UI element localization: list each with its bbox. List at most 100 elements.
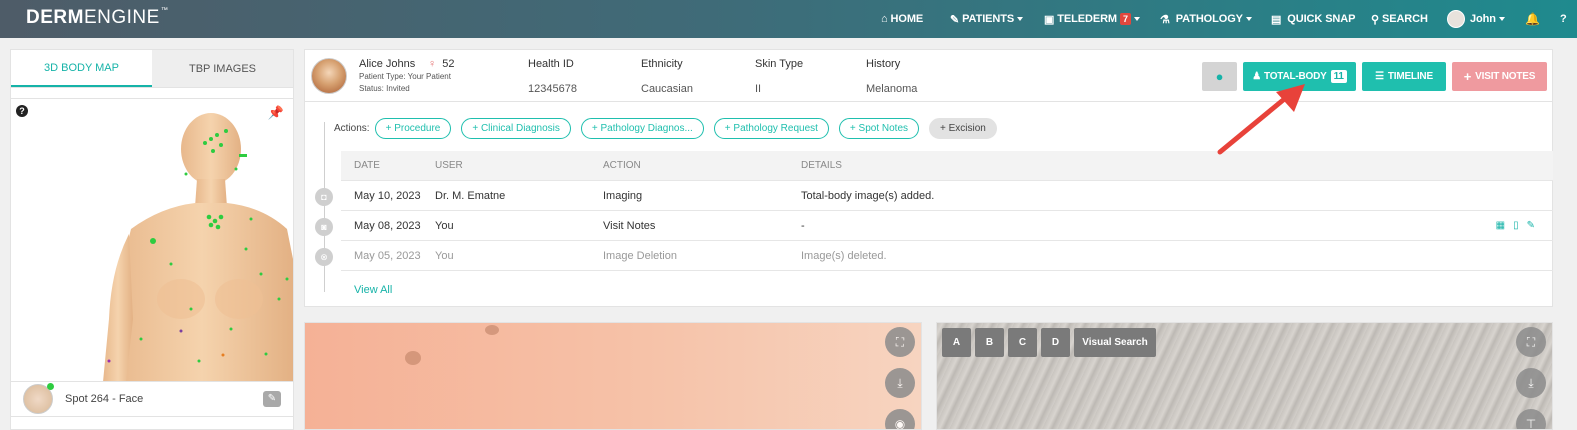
fullscreen-icon[interactable]: ⛶ (885, 327, 915, 357)
ruler-icon[interactable]: ⊤ (1516, 409, 1546, 429)
visit-notes-button[interactable]: + VISIT NOTES (1452, 62, 1547, 91)
add-procedure-button[interactable]: + Procedure (374, 118, 452, 139)
patient-name: Alice Johns (359, 58, 416, 70)
add-clinical-diagnosis-button[interactable]: + Clinical Diagnosis (461, 118, 571, 139)
tab-3d-body-map[interactable]: 3D BODY MAP (11, 50, 152, 87)
dermoscopy-image-viewer[interactable]: A B C D Visual Search ⛶ ⤓ ⊤ (936, 322, 1553, 430)
left-panel: 3D BODY MAP TBP IMAGES ? 📌 Spot 264 - Fa… (10, 49, 294, 430)
body-model[interactable] (11, 99, 293, 382)
annotation-arrow (1217, 84, 1305, 155)
activity-table: DATE USER ACTION DETAILS May 10, 2023 Dr… (341, 151, 1553, 271)
row-user: You (435, 219, 454, 232)
compare-d-button[interactable]: D (1041, 328, 1070, 357)
body-map-viewer[interactable]: ? 📌 (11, 98, 293, 382)
delete-image-icon: ⊗ (315, 248, 333, 266)
row-actions: ▦ ▯ ✎ (1496, 220, 1535, 231)
table-row[interactable]: May 05, 2023 You Image Deletion Image(s)… (341, 241, 1553, 271)
visual-search-button[interactable]: Visual Search (1074, 328, 1156, 357)
compare-c-button[interactable]: C (1008, 328, 1037, 357)
add-spot-notes-button[interactable]: + Spot Notes (838, 118, 920, 139)
skin-type-value: II (755, 83, 762, 95)
bell-icon[interactable]: 🔔 (1525, 0, 1540, 38)
chevron-down-icon (1245, 17, 1252, 21)
add-pathology-diagnosis-button[interactable]: + Pathology Diagnos... (580, 118, 704, 139)
left-tabs: 3D BODY MAP TBP IMAGES (11, 50, 293, 88)
skin-spot (485, 325, 499, 335)
avatar (1447, 10, 1465, 28)
microscope-icon: ⚗ (1160, 13, 1170, 26)
row-user: You (435, 249, 454, 262)
row-user: Dr. M. Ematne (435, 189, 506, 202)
tag-icon[interactable]: ✎ (263, 391, 281, 407)
add-pathology-request-button[interactable]: + Pathology Request (713, 118, 829, 139)
table-row[interactable]: May 10, 2023 Dr. M. Ematne Imaging Total… (341, 181, 1553, 211)
history-label: History (866, 58, 901, 70)
table-row[interactable]: May 08, 2023 You Visit Notes - ▦ ▯ ✎ (341, 211, 1553, 241)
help-icon[interactable]: ? (1560, 0, 1567, 38)
actions-bar: Actions: + Procedure + Clinical Diagnosi… (334, 118, 1007, 139)
timeline-icon: ☰ (1375, 71, 1384, 82)
patient-type: Patient Type: Your Patient (359, 72, 451, 81)
row-action: Imaging (603, 189, 643, 202)
spot-thumbnail[interactable] (23, 383, 54, 414)
row-details: Total-body image(s) added. (801, 189, 935, 202)
actions-label: Actions: (334, 123, 370, 134)
camera-icon: ◘ (315, 188, 333, 206)
row-action: Image Deletion (603, 249, 677, 262)
nav-patients[interactable]: ✎ PATIENTS (950, 0, 1024, 38)
row-details: Image(s) deleted. (801, 249, 887, 262)
patient-status: Status: Invited (359, 84, 410, 93)
nav-telederm[interactable]: ▣ TELEDERM 7 (1044, 0, 1140, 38)
health-id-value: 12345678 (528, 83, 577, 95)
hide-icon[interactable]: ◉ (885, 409, 915, 429)
patient-header: Alice Johns ♀ 52 Patient Type: Your Patie… (305, 50, 1552, 102)
fullscreen-icon[interactable]: ⛶ (1516, 327, 1546, 357)
notes-icon: ◙ (315, 218, 333, 236)
download-icon[interactable]: ⤓ (1516, 368, 1546, 398)
timeline-button[interactable]: ☰ TIMELINE (1362, 62, 1446, 91)
chevron-down-icon (1133, 17, 1140, 21)
nav-quick-snap[interactable]: ▤ QUICK SNAP (1271, 0, 1355, 38)
clinical-image-viewer[interactable]: ⛶ ⤓ ◉ (304, 322, 922, 430)
spot-status-dot (47, 383, 54, 390)
telederm-icon: ▣ (1044, 13, 1055, 26)
calendar-icon[interactable]: ▦ (1496, 220, 1505, 231)
total-body-count: 11 (1330, 70, 1347, 83)
view-all-link[interactable]: View All (354, 284, 392, 296)
download-icon[interactable]: ⤓ (885, 368, 915, 398)
chevron-down-icon (1498, 17, 1505, 21)
skin-spot (405, 351, 421, 365)
history-value: Melanoma (866, 83, 918, 95)
search-icon: ⚲ (1371, 13, 1379, 26)
patient-avatar[interactable] (311, 58, 347, 94)
column-header-action: ACTION (603, 160, 641, 171)
nav-pathology[interactable]: ⚗ PATHOLOGY (1160, 0, 1252, 38)
column-header-details: DETAILS (801, 160, 842, 171)
nav-search[interactable]: ⚲ SEARCH (1371, 0, 1428, 38)
ethnicity-label: Ethnicity (641, 58, 683, 70)
edit-icon[interactable]: ✎ (1527, 220, 1535, 231)
tab-tbp-images[interactable]: TBP IMAGES (152, 50, 293, 87)
spot-label: Spot 264 - Face (65, 393, 144, 405)
column-header-user: USER (435, 160, 463, 171)
user-menu[interactable]: John (1447, 0, 1505, 38)
compare-b-button[interactable]: B (975, 328, 1004, 357)
row-date: May 10, 2023 (354, 189, 421, 202)
patients-icon: ✎ (950, 13, 960, 26)
camera-icon: ▤ (1271, 13, 1282, 26)
nav-home[interactable]: ⌂ HOME (881, 0, 923, 38)
app-logo[interactable]: DERMENGINE™ (26, 7, 168, 29)
top-navbar: DERMENGINE™ ⌂ HOME ✎ PATIENTS ▣ TELEDERM 7 ⚗… (0, 0, 1577, 38)
home-icon: ⌂ (881, 13, 888, 25)
compare-a-button[interactable]: A (942, 328, 971, 357)
document-icon[interactable]: ▯ (1513, 220, 1519, 231)
add-excision-button[interactable]: + Excision (929, 118, 997, 139)
plus-icon: + (1463, 69, 1472, 84)
row-date: May 08, 2023 (354, 219, 421, 232)
row-action: Visit Notes (603, 219, 656, 232)
spot-row[interactable]: Spot 264 - Face ✎ (11, 381, 293, 417)
patient-age: ♀ 52 (428, 58, 455, 70)
column-header-date: DATE (354, 160, 380, 171)
ethnicity-value: Caucasian (641, 83, 693, 95)
telederm-badge: 7 (1120, 13, 1131, 25)
